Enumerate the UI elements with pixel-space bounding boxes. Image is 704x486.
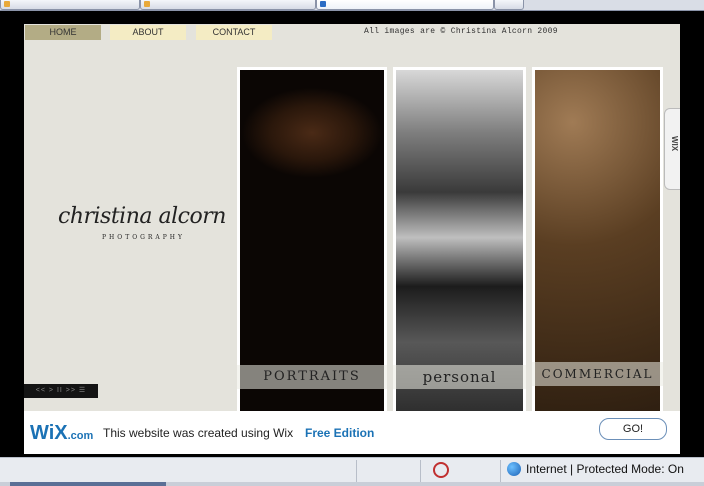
security-zone-text[interactable]: Internet | Protected Mode: On [526, 462, 684, 476]
nav-home-button[interactable]: HOME [25, 25, 101, 40]
nav-about-button[interactable]: ABOUT [110, 25, 186, 40]
wix-logo-text: WiX [30, 422, 68, 444]
wix-logo-suffix: .com [67, 430, 94, 442]
wix-side-tab[interactable]: WIX [664, 108, 680, 190]
site-logo-name: christina alcorn [58, 204, 226, 229]
page-area: HOME ABOUT CONTACT All images are © Chri… [0, 11, 704, 455]
browser-tab-new[interactable] [494, 0, 524, 10]
browser-tab[interactable] [140, 0, 316, 10]
taskbar-item[interactable] [10, 482, 166, 486]
personal-panel[interactable]: personal [393, 67, 526, 422]
copyright-notice: All images are © Christina Alcorn 2009 [364, 27, 558, 36]
privacy-report-icon[interactable] [433, 462, 449, 478]
wix-logo[interactable]: WiX.com [30, 422, 93, 445]
status-separator [420, 460, 421, 482]
wix-side-tab-label: WIX [670, 135, 680, 152]
nav-contact-button[interactable]: CONTACT [196, 25, 272, 40]
banner-message: This website was created using Wix [103, 426, 294, 440]
portraits-caption: PORTRAITS [237, 365, 387, 389]
browser-tab[interactable] [0, 0, 140, 10]
go-button[interactable]: GO! [599, 418, 667, 440]
tab-favicon-icon [4, 1, 10, 7]
status-separator [356, 460, 357, 482]
taskbar-strip [0, 482, 704, 486]
tab-favicon-icon [144, 1, 150, 7]
commercial-caption: COMMERCIAL [532, 362, 663, 386]
slideshow-controls[interactable]: << > II >> ☰ [24, 384, 98, 398]
wix-banner: WiX.com This website was created using W… [24, 411, 680, 454]
browser-tab-strip [0, 0, 704, 11]
browser-tab-active[interactable] [316, 0, 494, 10]
site-logo-subtitle: PHOTOGRAPHY [102, 234, 185, 241]
site-stage: HOME ABOUT CONTACT All images are © Chri… [24, 24, 680, 454]
tab-favicon-icon [320, 1, 326, 7]
commercial-panel[interactable]: COMMERCIAL [532, 67, 663, 422]
browser-status-bar: Internet | Protected Mode: On [0, 457, 704, 486]
personal-caption: personal [393, 365, 526, 389]
free-edition-link[interactable]: Free Edition [305, 426, 374, 440]
portraits-panel[interactable]: PORTRAITS [237, 67, 387, 422]
internet-zone-icon [507, 462, 521, 476]
status-separator [500, 460, 501, 482]
